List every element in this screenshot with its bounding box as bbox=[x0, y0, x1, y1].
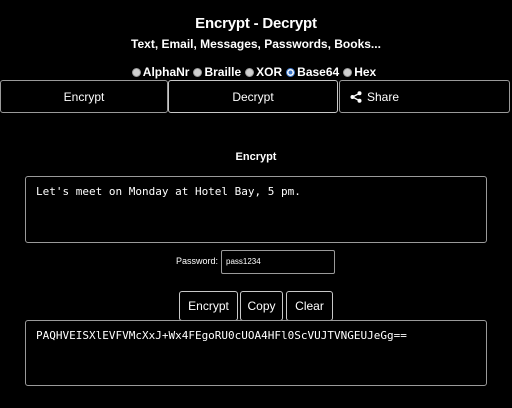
password-label: Password: bbox=[176, 256, 219, 266]
password-input[interactable]: pass1234 bbox=[221, 250, 335, 274]
tab-encrypt[interactable]: Encrypt bbox=[0, 80, 168, 113]
radio-alphanr[interactable] bbox=[131, 67, 141, 77]
mode-selector: AlphaNr Braille XOR Base64 Hex bbox=[0, 65, 512, 79]
password-row: Password: pass1234 bbox=[0, 250, 512, 274]
tab-share-label: Share bbox=[367, 89, 400, 104]
mode-label-base64: Base64 bbox=[297, 65, 340, 79]
radio-hex[interactable] bbox=[343, 67, 353, 77]
mode-label-xor: XOR bbox=[256, 65, 283, 79]
mode-option-braille[interactable]: Braille bbox=[193, 65, 241, 79]
tab-decrypt-label: Decrypt bbox=[232, 89, 274, 104]
mode-option-base64[interactable]: Base64 bbox=[286, 65, 339, 79]
encrypt-button[interactable]: Encrypt bbox=[179, 291, 238, 321]
page-subtitle: Text, Email, Messages, Passwords, Books.… bbox=[131, 37, 381, 51]
tab-encrypt-label: Encrypt bbox=[63, 89, 105, 104]
radio-braille[interactable] bbox=[193, 67, 203, 77]
copy-button[interactable]: Copy bbox=[240, 291, 283, 321]
tab-share[interactable]: Share bbox=[339, 80, 510, 113]
radio-xor[interactable] bbox=[245, 67, 255, 77]
mode-option-hex[interactable]: Hex bbox=[343, 65, 376, 79]
radio-base64[interactable] bbox=[286, 67, 296, 77]
plaintext-input[interactable]: Let's meet on Monday at Hotel Bay, 5 pm. bbox=[25, 176, 487, 243]
mode-label-alphanr: AlphaNr bbox=[142, 65, 190, 79]
share-icon bbox=[350, 90, 362, 103]
clear-button[interactable]: Clear bbox=[286, 291, 333, 321]
ciphertext-output[interactable]: PAQHVEISXlEVFVMcXxJ+Wx4FEgoRU0cUOA4HFl0S… bbox=[25, 320, 487, 386]
mode-option-xor[interactable]: XOR bbox=[245, 65, 282, 79]
page-title: Encrypt - Decrypt bbox=[195, 15, 317, 32]
mode-label-hex: Hex bbox=[354, 65, 377, 79]
mode-option-alphanr[interactable]: AlphaNr bbox=[131, 65, 190, 79]
mode-label-braille: Braille bbox=[204, 65, 242, 79]
tab-decrypt[interactable]: Decrypt bbox=[168, 80, 338, 113]
tab-bar: Encrypt Decrypt Share bbox=[0, 80, 512, 114]
section-heading: Encrypt bbox=[235, 151, 277, 163]
